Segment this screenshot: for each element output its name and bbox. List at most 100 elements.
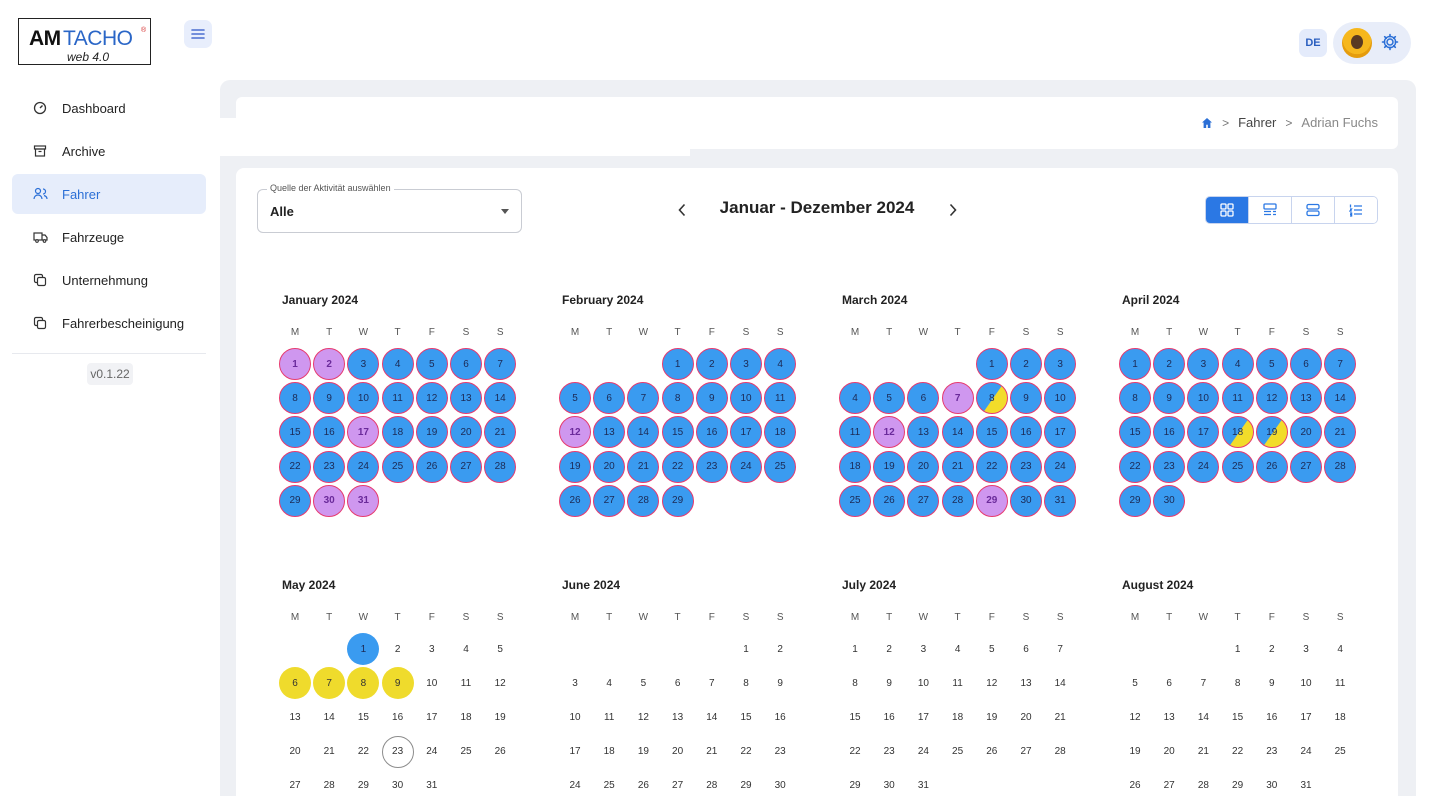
calendar-day[interactable]: 16: [1256, 701, 1288, 733]
calendar-day[interactable]: 21: [941, 450, 974, 483]
calendar-day[interactable]: 11: [839, 416, 871, 449]
calendar-day[interactable]: 20: [450, 416, 482, 449]
language-button[interactable]: DE: [1299, 29, 1327, 57]
calendar-day[interactable]: 24: [1044, 450, 1077, 483]
calendar-day[interactable]: 15: [730, 701, 762, 733]
calendar-day[interactable]: 15: [661, 416, 694, 449]
calendar-day[interactable]: 22: [347, 736, 379, 768]
calendar-day[interactable]: 18: [1221, 416, 1254, 449]
calendar-day[interactable]: 2: [695, 348, 728, 380]
calendar-day[interactable]: 3: [416, 633, 448, 665]
calendar-day[interactable]: 18: [839, 450, 871, 483]
calendar-day[interactable]: 19: [627, 736, 659, 768]
calendar-day[interactable]: 28: [941, 484, 974, 517]
calendar-day[interactable]: 16: [764, 701, 796, 733]
calendar-day[interactable]: 8: [1119, 382, 1151, 415]
calendar-day[interactable]: 26: [1255, 450, 1288, 483]
calendar-day[interactable]: 7: [1187, 667, 1219, 699]
calendar-day[interactable]: 14: [696, 701, 728, 733]
calendar-day[interactable]: 28: [696, 770, 728, 796]
calendar-day[interactable]: 7: [627, 382, 660, 415]
sidebar-item-fahrerbescheinigung[interactable]: Fahrerbescheinigung: [12, 303, 206, 343]
calendar-day[interactable]: 14: [313, 701, 345, 733]
calendar-day[interactable]: 31: [1290, 770, 1322, 796]
calendar-day[interactable]: 8: [279, 382, 311, 415]
calendar-day[interactable]: 28: [484, 450, 517, 483]
calendar-day[interactable]: 18: [593, 736, 625, 768]
calendar-day[interactable]: 30: [873, 770, 905, 796]
calendar-day[interactable]: 17: [730, 416, 762, 449]
calendar-day[interactable]: 9: [1010, 382, 1042, 415]
calendar-day[interactable]: 31: [347, 484, 380, 517]
calendar-day[interactable]: 11: [764, 382, 797, 415]
calendar-day[interactable]: 1: [730, 633, 762, 665]
calendar-day[interactable]: 9: [873, 667, 905, 699]
calendar-day[interactable]: 6: [1010, 633, 1042, 665]
calendar-day[interactable]: 22: [279, 450, 311, 483]
calendar-day[interactable]: 3: [1044, 348, 1077, 380]
calendar-day[interactable]: 13: [1153, 701, 1185, 733]
calendar-day[interactable]: 25: [450, 736, 482, 768]
calendar-day[interactable]: 16: [313, 416, 346, 449]
calendar-day[interactable]: 16: [1010, 416, 1042, 449]
calendar-day[interactable]: 14: [484, 382, 517, 415]
calendar-day[interactable]: 28: [313, 770, 345, 796]
calendar-day[interactable]: 28: [1044, 736, 1076, 768]
calendar-day[interactable]: 7: [313, 667, 346, 700]
calendar-day[interactable]: 3: [730, 348, 762, 380]
calendar-day[interactable]: 19: [484, 701, 516, 733]
calendar-day[interactable]: 5: [873, 382, 906, 415]
calendar-day[interactable]: 24: [416, 736, 448, 768]
calendar-day[interactable]: 6: [279, 667, 311, 700]
app-logo[interactable]: AM TACHO ® web 4.0: [18, 18, 151, 65]
calendar-day[interactable]: 27: [1153, 770, 1185, 796]
calendar-day[interactable]: 21: [484, 416, 517, 449]
calendar-day[interactable]: 6: [1153, 667, 1185, 699]
calendar-day[interactable]: 22: [1222, 736, 1254, 768]
calendar-day[interactable]: 22: [730, 736, 762, 768]
calendar-day[interactable]: 21: [627, 450, 660, 483]
calendar-day[interactable]: 21: [1187, 736, 1219, 768]
calendar-day[interactable]: 25: [381, 450, 414, 483]
calendar-day[interactable]: 5: [976, 633, 1008, 665]
calendar-day[interactable]: 30: [382, 770, 414, 796]
calendar-day[interactable]: 9: [695, 382, 728, 415]
calendar-day[interactable]: 12: [873, 416, 906, 449]
calendar-day[interactable]: 17: [559, 736, 591, 768]
calendar-day[interactable]: 7: [1044, 633, 1076, 665]
calendar-day[interactable]: 11: [1324, 667, 1356, 699]
calendar-day[interactable]: 22: [975, 450, 1008, 483]
calendar-day[interactable]: 1: [661, 348, 694, 380]
calendar-day[interactable]: 26: [873, 484, 906, 517]
calendar-day[interactable]: 15: [279, 416, 311, 449]
calendar-day[interactable]: 17: [1044, 416, 1077, 449]
calendar-day[interactable]: 29: [661, 484, 694, 517]
calendar-day[interactable]: 22: [661, 450, 694, 483]
calendar-day[interactable]: 29: [1222, 770, 1254, 796]
calendar-day[interactable]: 24: [907, 736, 939, 768]
calendar-day[interactable]: 15: [347, 701, 379, 733]
calendar-day[interactable]: 20: [662, 736, 694, 768]
calendar-day[interactable]: 10: [559, 701, 591, 733]
calendar-day[interactable]: 4: [1221, 348, 1254, 380]
calendar-day[interactable]: 4: [764, 348, 797, 380]
calendar-day[interactable]: 6: [450, 348, 482, 380]
calendar-day[interactable]: 12: [415, 382, 448, 415]
calendar-day[interactable]: 25: [764, 450, 797, 483]
calendar-day[interactable]: 13: [279, 701, 311, 733]
calendar-day[interactable]: 12: [559, 416, 591, 449]
calendar-day[interactable]: 12: [1255, 382, 1288, 415]
calendar-day[interactable]: 21: [1044, 701, 1076, 733]
calendar-day[interactable]: 6: [1290, 348, 1322, 380]
calendar-day[interactable]: 9: [1256, 667, 1288, 699]
calendar-day[interactable]: 27: [1290, 450, 1322, 483]
calendar-day[interactable]: 24: [1290, 736, 1322, 768]
calendar-day[interactable]: 27: [907, 484, 940, 517]
calendar-day[interactable]: 23: [1010, 450, 1042, 483]
calendar-day[interactable]: 4: [1324, 633, 1356, 665]
calendar-day[interactable]: 1: [839, 633, 871, 665]
calendar-day[interactable]: 10: [347, 382, 380, 415]
calendar-day[interactable]: 11: [593, 701, 625, 733]
calendar-day[interactable]: 25: [942, 736, 974, 768]
calendar-day[interactable]: 29: [279, 484, 311, 517]
